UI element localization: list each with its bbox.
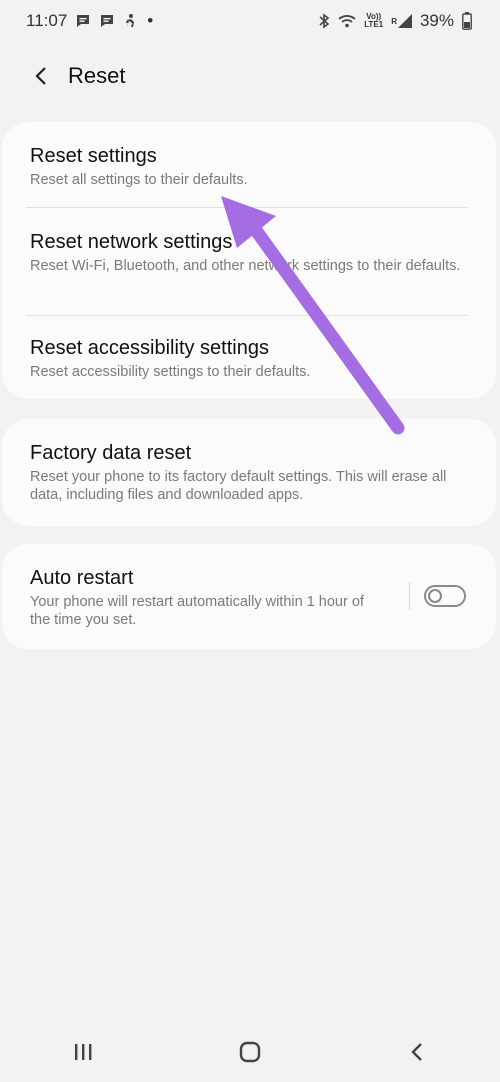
item-subtitle: Reset your phone to its factory default … xyxy=(30,469,447,503)
item-title: Reset accessibility settings xyxy=(30,337,269,359)
item-subtitle: Reset Wi-Fi, Bluetooth, and other networ… xyxy=(30,258,461,274)
item-title: Factory data reset xyxy=(30,442,192,464)
item-title: Reset settings xyxy=(30,145,157,167)
home-icon xyxy=(239,1041,261,1063)
back-nav-icon xyxy=(410,1043,422,1061)
auto-restart-item[interactable]: Auto restart Your phone will restart aut… xyxy=(30,566,376,629)
system-nav-bar xyxy=(0,1022,500,1082)
recent-apps-icon xyxy=(75,1044,92,1060)
back-arrow-icon xyxy=(35,67,46,85)
auto-restart-toggle[interactable] xyxy=(424,585,466,607)
fitness-icon xyxy=(123,13,139,29)
wifi-icon xyxy=(338,14,356,28)
item-title: Auto restart xyxy=(30,567,134,589)
status-left: 11:07 • xyxy=(26,11,153,31)
status-time: 11:07 xyxy=(26,11,68,30)
divider xyxy=(26,315,468,316)
item-subtitle: Your phone will restart automatically wi… xyxy=(30,594,364,628)
home-button[interactable] xyxy=(220,1032,280,1072)
message-icon xyxy=(99,13,115,29)
signal-icon: R xyxy=(391,14,412,28)
reset-settings-item[interactable]: Reset settings Reset all settings to the… xyxy=(30,144,472,189)
toggle-knob xyxy=(428,589,442,603)
factory-data-reset-item[interactable]: Factory data reset Reset your phone to i… xyxy=(30,441,472,504)
reset-accessibility-settings-item[interactable]: Reset accessibility settings Reset acces… xyxy=(30,336,472,381)
auto-restart-card: Auto restart Your phone will restart aut… xyxy=(2,544,496,649)
reset-network-settings-item[interactable]: Reset network settings Reset Wi-Fi, Blue… xyxy=(30,230,472,275)
roaming-label: R xyxy=(391,16,397,26)
back-button[interactable] xyxy=(24,59,58,93)
status-right: Vo)) LTE1 R 39% xyxy=(318,11,472,31)
notification-dot: • xyxy=(147,11,154,30)
item-subtitle: Reset all settings to their defaults. xyxy=(30,172,248,188)
bluetooth-icon xyxy=(318,13,330,29)
item-subtitle: Reset accessibility settings to their de… xyxy=(30,364,311,380)
page-title: Reset xyxy=(68,63,126,88)
reset-options-card: Reset settings Reset all settings to the… xyxy=(2,122,496,399)
lte-label: LTE1 xyxy=(364,20,384,29)
battery-percent: 39% xyxy=(419,11,454,30)
app-header: Reset xyxy=(0,58,500,94)
divider xyxy=(26,207,468,208)
back-nav-button[interactable] xyxy=(387,1032,447,1072)
battery-icon xyxy=(462,12,472,30)
vertical-divider xyxy=(409,582,410,610)
volte-lte-indicator: Vo)) LTE1 xyxy=(364,13,383,29)
message-icon xyxy=(75,13,91,29)
recent-apps-button[interactable] xyxy=(53,1032,113,1072)
auto-restart-toggle-area xyxy=(409,582,466,610)
factory-reset-card: Factory data reset Reset your phone to i… xyxy=(2,419,496,526)
item-title: Reset network settings xyxy=(30,231,233,253)
status-bar: 11:07 • Vo)) LTE1 R 39% xyxy=(0,0,500,42)
